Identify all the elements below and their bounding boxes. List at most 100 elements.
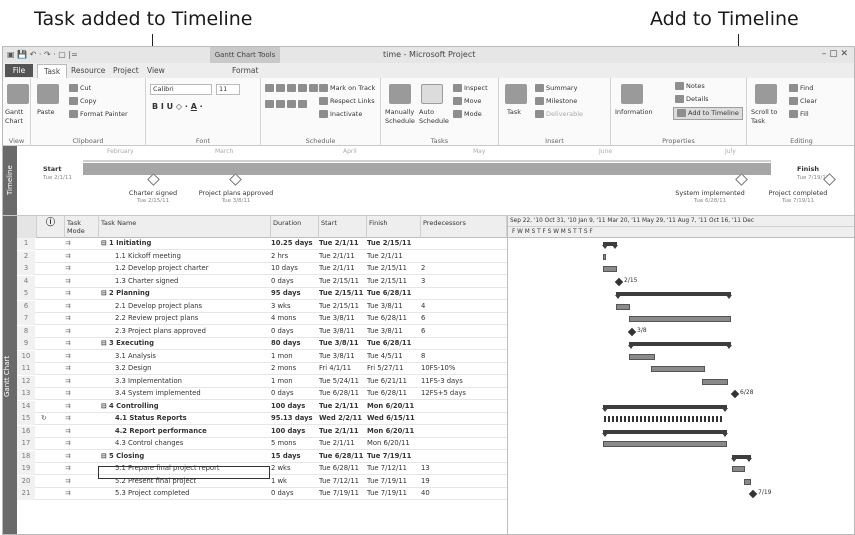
recurring-bar[interactable] [604,416,722,422]
task-bar[interactable] [744,478,751,485]
selected-cell[interactable] [98,466,270,479]
table-row[interactable]: 12 ⇉ 3.3 Implementation 1 mon Tue 5/24/11 Tue… [17,375,507,388]
task-mode-cell[interactable]: ⇉ [65,238,85,250]
task-mode-cell[interactable]: ⇉ [65,388,85,400]
task-mode-cell[interactable]: ⇉ [65,313,85,325]
finish-cell[interactable]: Tue 2/15/11 [367,263,417,275]
task-mode-cell[interactable]: ⇉ [65,401,85,413]
task-mode-cell[interactable]: ⇉ [65,263,85,275]
predecessors-header[interactable]: Predecessors [421,216,507,238]
deliverable-button[interactable]: Deliverable [535,110,583,119]
finish-cell[interactable]: Mon 6/20/11 [367,438,417,450]
window-controls[interactable]: – ▢ ✕ [822,49,848,59]
task-bar[interactable] [651,366,705,372]
milestone-marker[interactable] [730,389,740,399]
duration-cell[interactable]: 15 days [271,451,315,463]
duration-cell[interactable]: 80 days [271,338,315,350]
scroll-to-task-icon[interactable] [755,84,777,104]
predecessors-cell[interactable]: 19 [421,476,505,488]
tab-resource[interactable]: Resource [65,64,111,77]
table-row[interactable]: 14 ⇉ ⊟ 4 Controlling 100 days Tue 2/1/11 Mon … [17,400,507,413]
finish-cell[interactable]: Tue 2/15/11 [367,276,417,288]
table-row[interactable]: 4 ⇉ 1.3 Charter signed 0 days Tue 2/15/11 Tue… [17,275,507,288]
task-icon[interactable] [505,84,527,104]
task-button[interactable]: Task [507,108,521,117]
details-button[interactable]: Details [675,95,709,104]
summary-bar[interactable] [602,242,618,249]
duration-cell[interactable]: 4 mons [271,313,315,325]
table-row[interactable]: 13 ⇉ 3.4 System implemented 0 days Tue 6/28/… [17,388,507,400]
start-cell[interactable]: Fri 4/1/11 [319,363,367,375]
duration-cell[interactable]: 3 wks [271,301,315,313]
start-cell[interactable]: Tue 2/1/11 [319,438,367,450]
finish-cell[interactable]: Tue 7/12/11 [367,463,417,475]
task-bar[interactable] [603,253,606,260]
manually-schedule-button[interactable]: Manually Schedule [385,108,415,126]
task-name-cell[interactable]: 2.3 Project plans approved [99,326,269,338]
table-row[interactable]: 17 ⇉ 4.3 Control changes 5 mons Tue 2/1/11 Mo… [17,438,507,450]
predecessors-cell[interactable]: 10FS-10% [421,363,505,375]
auto-schedule-button[interactable]: Auto Schedule [419,108,449,126]
predecessors-cell[interactable] [421,288,505,300]
finish-cell[interactable]: Tue 7/19/11 [367,488,417,500]
predecessors-cell[interactable] [421,338,505,350]
start-cell[interactable]: Tue 2/1/11 [319,426,367,438]
task-mode-cell[interactable]: ⇉ [65,426,85,438]
task-name-cell[interactable]: 2.1 Develop project plans [99,301,269,313]
task-name-header[interactable]: Task Name [99,216,271,238]
predecessors-cell[interactable] [421,451,505,463]
add-to-timeline-button[interactable]: Add to Timeline [673,107,743,120]
table-row[interactable]: 2 ⇉ 1.1 Kickoff meeting 2 hrs Tue 2/1/11 Tue … [17,250,507,263]
task-name-cell[interactable]: 5.3 Project completed [99,488,269,500]
table-row[interactable]: 18 ⇉ ⊟ 5 Closing 15 days Tue 6/28/11 Tue 7/19… [17,450,507,463]
duration-cell[interactable]: 0 days [271,276,315,288]
pushpin-icon[interactable] [389,84,411,104]
task-mode-cell[interactable]: ⇉ [65,451,85,463]
start-cell[interactable]: Tue 6/28/11 [319,463,367,475]
percent-buttons[interactable] [265,84,320,93]
predecessors-cell[interactable]: 6 [421,326,505,338]
duration-cell[interactable]: 100 days [271,401,315,413]
paste-button[interactable]: Paste [37,108,55,117]
task-mode-cell[interactable]: ⇉ [65,251,85,263]
task-name-cell[interactable]: ⊟ 5 Closing [99,451,269,463]
table-row[interactable]: 5 ⇉ ⊟ 2 Planning 95 days Tue 2/15/11 Tue 6/28… [17,288,507,300]
task-mode-cell[interactable]: ⇉ [65,363,85,375]
predecessors-cell[interactable]: 12FS+5 days [421,388,505,400]
finish-cell[interactable]: Tue 7/19/11 [367,451,417,463]
task-name-cell[interactable]: ⊟ 1 Initiating [99,238,269,250]
predecessors-cell[interactable]: 40 [421,488,505,500]
duration-cell[interactable]: 1 mon [271,351,315,363]
mode-button[interactable]: Mode [453,110,482,119]
task-name-cell[interactable]: 4.1 Status Reports [99,413,269,425]
duration-cell[interactable]: 5 mons [271,438,315,450]
task-mode-cell[interactable]: ⇉ [65,338,85,350]
task-mode-cell[interactable]: ⇉ [65,326,85,338]
tab-file[interactable]: File [5,64,33,77]
task-name-cell[interactable]: 1.1 Kickoff meeting [99,251,269,263]
task-mode-cell[interactable]: ⇉ [65,301,85,313]
font-size-select[interactable]: 11 [216,84,240,95]
link-buttons[interactable] [265,100,309,109]
task-name-cell[interactable]: 3.4 System implemented [99,388,269,400]
milestone-diamond-icon[interactable] [229,173,242,186]
mark-on-track-button[interactable]: Mark on Track [319,84,375,93]
table-row[interactable]: 21 ⇉ 5.3 Project completed 0 days Tue 7/19/1… [17,488,507,500]
task-mode-cell[interactable]: ⇉ [65,488,85,500]
start-cell[interactable]: Tue 2/1/11 [319,238,367,250]
task-mode-cell[interactable]: ⇉ [65,476,85,488]
predecessors-cell[interactable]: 8 [421,351,505,363]
task-mode-cell[interactable]: ⇉ [65,276,85,288]
inactivate-button[interactable]: Inactivate [319,110,362,119]
task-bar[interactable] [603,441,727,447]
auto-schedule-icon[interactable] [421,84,443,104]
milestone-button[interactable]: Milestone [535,97,577,106]
start-header[interactable]: Start [319,216,367,238]
predecessors-cell[interactable] [421,438,505,450]
predecessors-cell[interactable]: 6 [421,313,505,325]
task-name-cell[interactable]: 3.3 Implementation [99,376,269,388]
finish-cell[interactable]: Tue 6/21/11 [367,376,417,388]
task-bar[interactable] [629,316,731,322]
move-button[interactable]: Move [453,97,481,106]
task-bar[interactable] [629,353,655,360]
